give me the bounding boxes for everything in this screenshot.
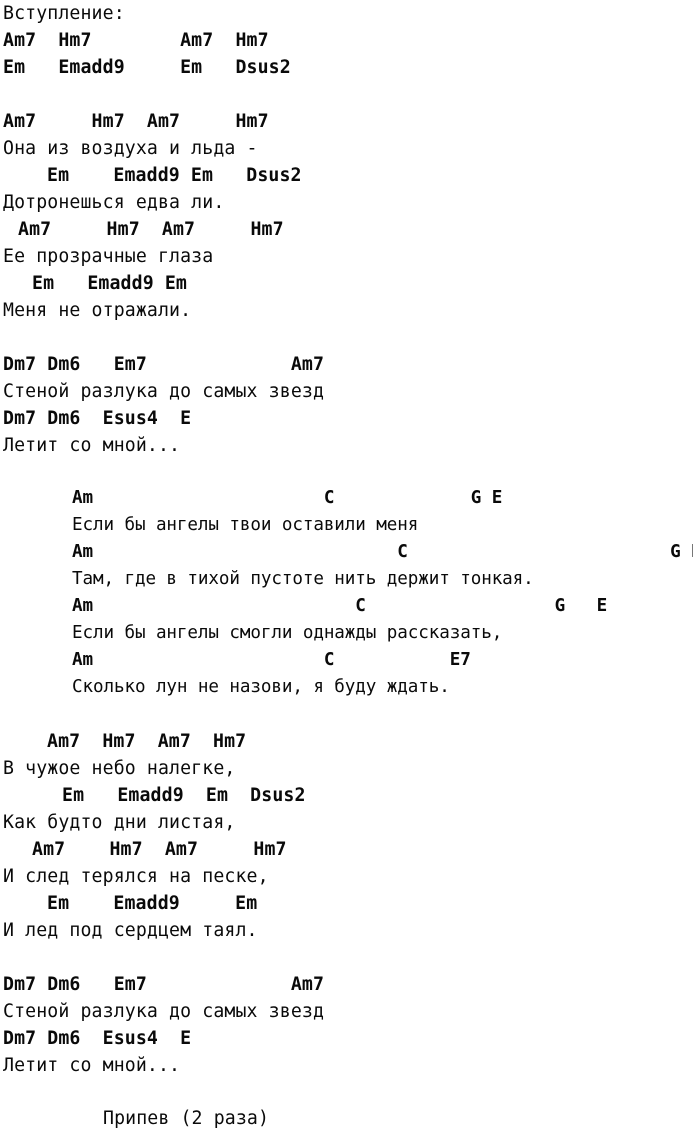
chord-line: Em Emadd9 Em	[32, 273, 187, 294]
lyric-line: Летит со мной...	[3, 435, 181, 456]
chord-line: Dm7 Dm6 Esus4 E	[3, 1028, 192, 1049]
section-label: Припев (2 раза)	[103, 1108, 270, 1129]
lyric-line: И след терялся на песке,	[3, 866, 269, 887]
chord-line: Am C G E	[72, 596, 608, 616]
chord-line: Am7 Hm7 Am7 Hm7	[18, 219, 284, 240]
lyric-line: Она из воздуха и льда -	[3, 138, 258, 159]
chord-line: Em Emadd9 Em Dsus2	[47, 165, 302, 186]
chord-line: Am7 Hm7 Am7 Hm7	[3, 30, 269, 51]
chord-line: Em Emadd9 Em Dsus2	[62, 785, 306, 806]
lyric-line: Стеной разлука до самых звезд	[3, 381, 325, 402]
chord-line: Am7 Hm7 Am7 Hm7	[32, 839, 287, 860]
chord-line: Em Emadd9 Em Dsus2	[3, 57, 291, 78]
chord-line: Dm7 Dm6 Em7 Am7	[3, 354, 325, 375]
lyric-line: Дотронешься едва ли.	[3, 192, 225, 213]
chord-line: Am C E7	[72, 650, 471, 670]
lyric-line: И лед под сердцем таял.	[3, 920, 258, 941]
lyric-line: Если бы ангелы твои оставили меня	[72, 515, 419, 535]
chord-line: Am C G E	[72, 488, 503, 508]
section-label: Вступление:	[3, 3, 125, 24]
chord-sheet: Вступление: Am7 Hm7 Am7 Hm7 Em Emadd9 Em D…	[0, 0, 693, 1136]
lyric-line: Стеной разлука до самых звезд	[3, 1001, 325, 1022]
lyric-line: Летит со мной...	[3, 1055, 181, 1076]
lyric-line: Сколько лун не назови, я буду ждать.	[72, 677, 450, 697]
chord-line: Em Emadd9 Em	[47, 893, 258, 914]
chord-line: Am7 Hm7 Am7 Hm7	[47, 731, 247, 752]
chord-line: Dm7 Dm6 Esus4 E	[3, 408, 192, 429]
chord-line: Dm7 Dm6 Em7 Am7	[3, 974, 325, 995]
chord-line: Am C G E	[72, 542, 693, 562]
lyric-line: Ее прозрачные глаза	[3, 246, 214, 267]
chord-line: Am7 Hm7 Am7 Hm7	[3, 111, 269, 132]
lyric-line: В чужое небо налегке,	[3, 758, 236, 779]
lyric-line: Если бы ангелы смогли однажды рассказать…	[72, 623, 503, 643]
lyric-line: Меня не отражали.	[3, 300, 192, 321]
lyric-line: Там, где в тихой пустоте нить держит тон…	[72, 569, 534, 589]
lyric-line: Как будто дни листая,	[3, 812, 236, 833]
